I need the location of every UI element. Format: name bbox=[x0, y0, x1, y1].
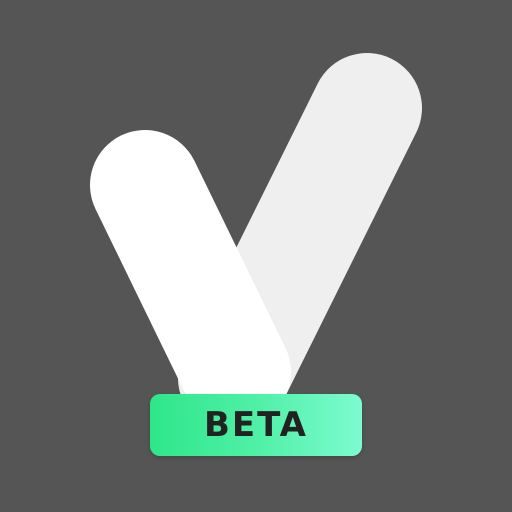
beta-badge: BETA bbox=[150, 394, 362, 456]
beta-label: BETA bbox=[203, 405, 308, 445]
app-icon: BETA bbox=[0, 0, 512, 512]
logo-left-stroke bbox=[90, 130, 291, 427]
